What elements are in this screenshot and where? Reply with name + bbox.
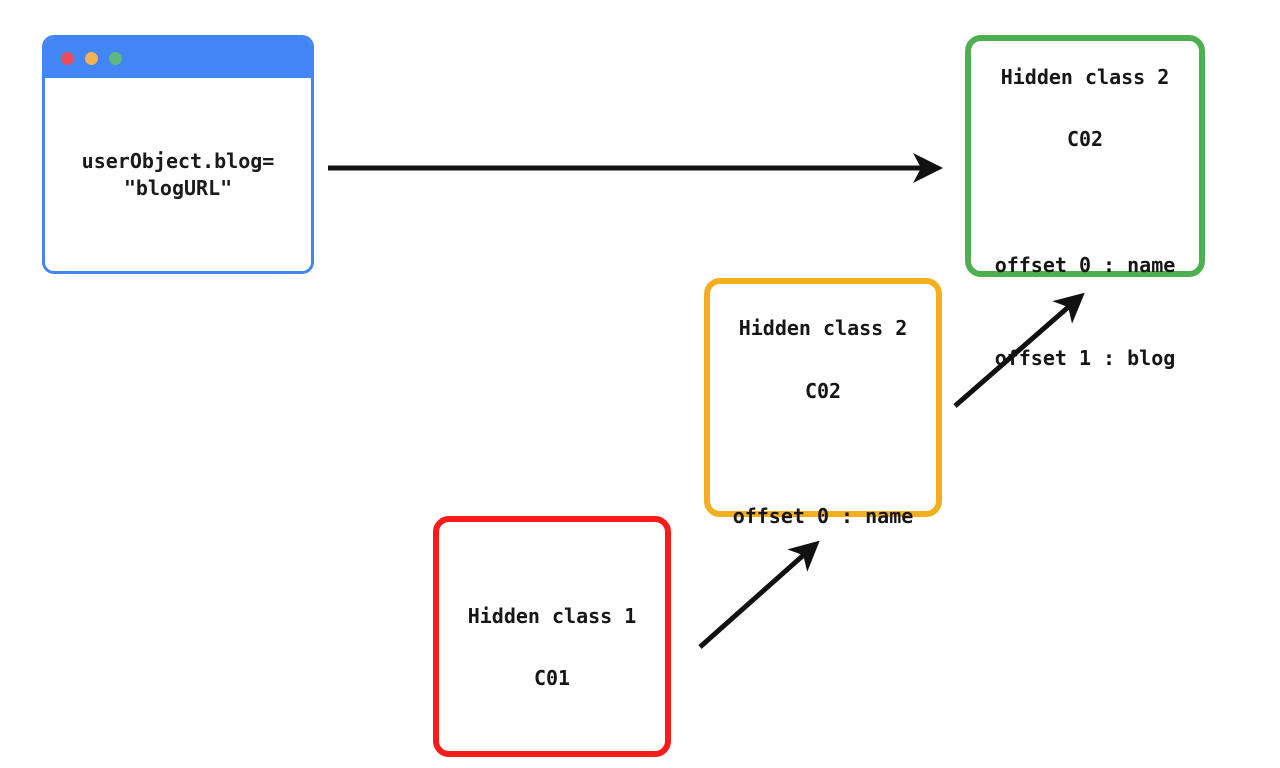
hidden-class-box-red[interactable]: Hidden class 1 C01: [433, 516, 671, 757]
hidden-class-box-green[interactable]: Hidden class 2 C02 offset 0 : name offse…: [965, 35, 1205, 370]
hidden-class-box-orange[interactable]: Hidden class 2 C02 offset 0 : name: [704, 278, 942, 528]
hidden-class-green-title: Hidden class 2: [1000, 65, 1170, 89]
offset-row: offset 0 : name: [994, 253, 1176, 277]
hidden-class-orange-offsets: offset 0 : name: [733, 439, 914, 594]
hidden-class-red-id: C01: [533, 666, 571, 690]
hidden-class-orange-id: C02: [804, 379, 842, 403]
offset-row: offset 1 : blog: [994, 346, 1176, 370]
minimize-dot-icon[interactable]: [85, 51, 98, 65]
code-window[interactable]: userObject.blog= "blogURL": [42, 35, 314, 274]
code-line-1: userObject.blog=: [81, 148, 275, 173]
window-content: userObject.blog= "blogURL": [45, 78, 311, 271]
hidden-class-green-id: C02: [1066, 127, 1104, 151]
hidden-class-green-content: Hidden class 2 C02 offset 0 : name offse…: [971, 41, 1199, 370]
code-line-2: "blogURL": [123, 175, 233, 200]
offset-row: offset 0 : name: [732, 504, 914, 528]
hidden-class-orange-content: Hidden class 2 C02 offset 0 : name: [710, 284, 936, 528]
diagram-canvas: userObject.blog= "blogURL" Hidden class …: [0, 0, 1280, 768]
maximize-dot-icon[interactable]: [109, 51, 122, 65]
hidden-class-orange-title: Hidden class 2: [738, 316, 908, 340]
hidden-class-red-title: Hidden class 1: [467, 604, 637, 628]
hidden-class-red-content: Hidden class 1 C01: [439, 522, 665, 751]
close-dot-icon[interactable]: [61, 51, 74, 65]
window-titlebar: [45, 38, 311, 78]
hidden-class-green-offsets: offset 0 : name offset 1 : blog: [995, 188, 1176, 436]
